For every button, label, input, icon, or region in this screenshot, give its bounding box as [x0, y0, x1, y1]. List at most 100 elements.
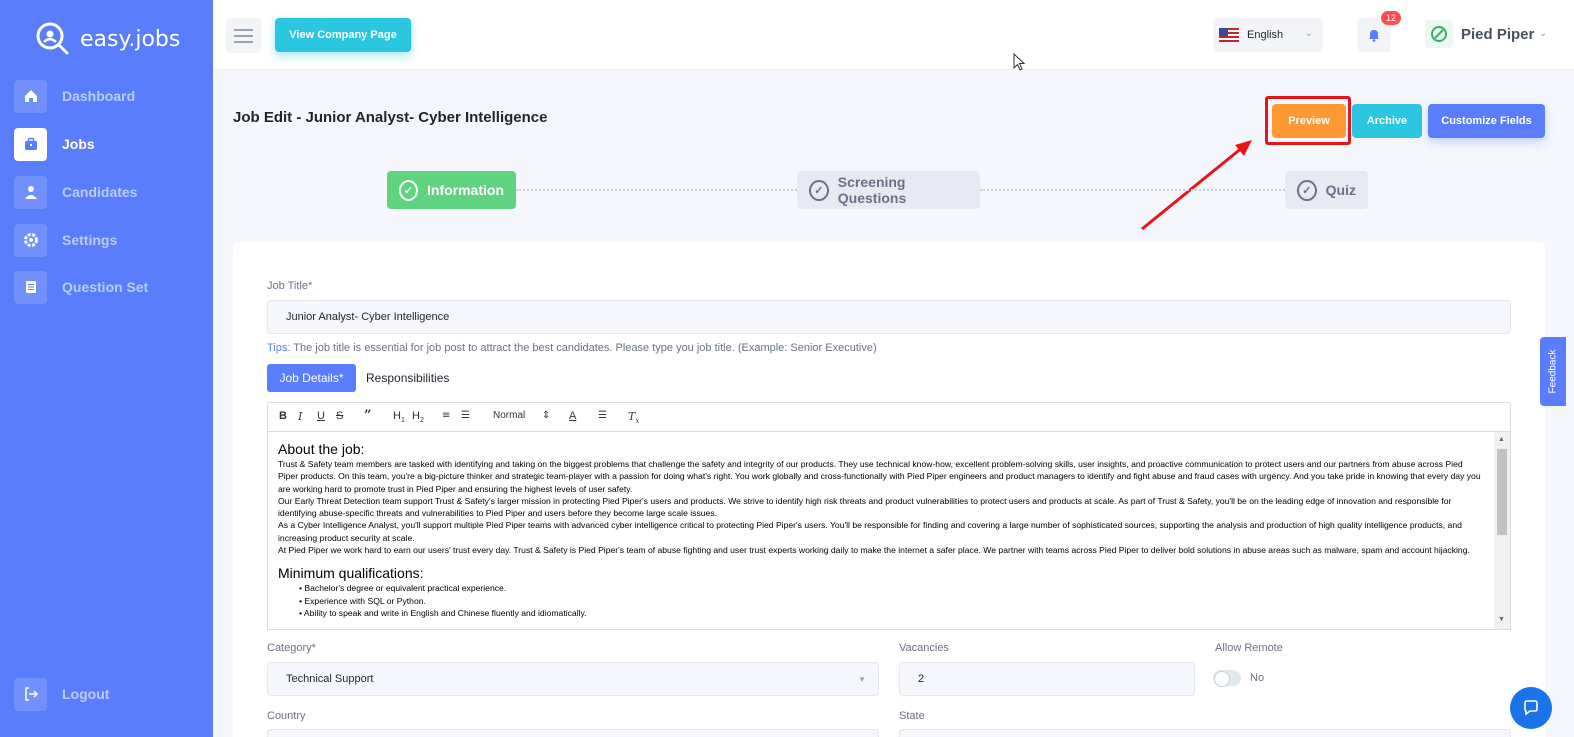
menu-toggle-button[interactable] — [226, 18, 261, 53]
scrollbar-thumb[interactable] — [1497, 449, 1507, 535]
heading1-button[interactable]: H1 — [393, 410, 405, 424]
chevron-down-icon: ▼ — [858, 675, 866, 684]
language-value: English — [1247, 29, 1284, 41]
view-company-page-button[interactable]: View Company Page — [275, 18, 411, 52]
step-connector — [516, 189, 797, 191]
annotation-arrow-icon — [1141, 140, 1252, 231]
editor-paragraph: At Pied Piper we work hard to earn our u… — [278, 545, 1470, 556]
sidebar-item-label: Dashboard — [62, 88, 136, 104]
briefcase-icon — [14, 127, 47, 161]
list-item: Experience with SQL or Python. — [299, 595, 1484, 607]
feedback-tab[interactable]: Feedback — [1540, 337, 1566, 406]
page-title: Job Edit - Junior Analyst- Cyber Intelli… — [233, 109, 548, 126]
company-name: Pied Piper — [1461, 25, 1535, 43]
chat-widget-button[interactable] — [1510, 687, 1552, 729]
logout-icon — [14, 677, 47, 711]
step-quiz[interactable]: ✓ Quiz — [1285, 171, 1368, 209]
bell-icon — [1369, 30, 1379, 42]
editor-paragraph: As a Cyber Intelligence Analyst, you'll … — [278, 520, 1462, 543]
tab-responsibilities[interactable]: Responsibilities — [366, 371, 449, 385]
mouse-cursor-icon — [1013, 53, 1025, 71]
bold-button[interactable]: B — [279, 410, 287, 422]
job-details-editor[interactable]: About the job: Trust & Safety team membe… — [267, 431, 1511, 630]
check-circle-icon: ✓ — [809, 179, 829, 201]
chat-icon — [1524, 700, 1538, 716]
qualifications-list: Bachelor's degree or equivalent practica… — [278, 582, 1484, 619]
gear-icon — [14, 223, 47, 257]
editor-paragraph: Our Early Threat Detection team support … — [278, 495, 1452, 519]
feedback-label: Feedback — [1547, 349, 1559, 394]
document-icon — [14, 270, 47, 304]
state-label: State — [899, 710, 925, 722]
annotation-highlight-box — [1265, 96, 1351, 145]
archive-button[interactable]: Archive — [1352, 104, 1422, 138]
check-circle-icon: ✓ — [399, 179, 418, 201]
user-icon — [14, 175, 47, 209]
list-item: Bachelor's degree or equivalent practica… — [299, 582, 1484, 594]
editor-paragraph: Trust & Safety team members are tasked w… — [278, 459, 1481, 494]
sidebar-item-jobs[interactable]: Jobs — [14, 127, 204, 161]
clear-format-icon[interactable]: Tx — [628, 410, 639, 425]
logo-text: easy.jobs — [80, 26, 181, 52]
step-label: Information — [427, 182, 504, 198]
strike-button[interactable]: S — [336, 410, 343, 422]
allow-remote-toggle[interactable] — [1213, 670, 1241, 687]
heading2-button[interactable]: H2 — [412, 410, 424, 424]
step-connector — [980, 189, 1285, 191]
chevron-down-icon: ⌄ — [1304, 28, 1313, 39]
step-information[interactable]: ✓ Information — [387, 171, 516, 209]
vacancies-label: Vacancies — [899, 642, 949, 654]
country-select[interactable] — [267, 729, 879, 737]
logout-button[interactable]: Logout — [14, 677, 204, 711]
sidebar-item-label: Settings — [62, 232, 118, 248]
category-label: Category* — [267, 642, 316, 654]
editor-heading: Minimum qualifications: — [278, 565, 424, 582]
check-circle-icon: ✓ — [1297, 179, 1317, 201]
category-select[interactable]: Technical Support ▼ — [267, 662, 879, 696]
italic-button[interactable]: I — [298, 410, 302, 423]
bullet-list-icon[interactable]: ☰ — [461, 410, 470, 421]
customize-fields-button[interactable]: Customize Fields — [1428, 104, 1545, 138]
heading-select[interactable]: Normal ⇕ — [493, 410, 550, 421]
editor-scrollbar[interactable]: ▲ ▼ — [1494, 432, 1510, 629]
step-label: Quiz — [1325, 182, 1356, 198]
company-switcher[interactable]: Pied Piper — [1425, 20, 1534, 48]
job-title-input[interactable]: Junior Analyst- Cyber Intelligence — [267, 300, 1511, 334]
step-label: Screening Questions — [837, 174, 907, 206]
tips-prefix: Tips: — [267, 342, 291, 354]
language-select[interactable]: English ⌄ — [1213, 18, 1323, 52]
step-screening-questions[interactable]: ✓ Screening Questions — [797, 171, 980, 209]
home-icon — [14, 79, 47, 113]
underline-button[interactable]: U — [317, 410, 325, 422]
chevron-down-icon: ⌄ — [1539, 28, 1548, 39]
logout-label: Logout — [62, 686, 110, 702]
job-title-label: Job Title* — [267, 280, 313, 292]
editor-toolbar: B I U S ” H1 H2 ≡ ☰ Normal ⇕ A ☰ Tx — [267, 402, 1511, 432]
us-flag-icon — [1219, 28, 1239, 42]
blockquote-icon[interactable]: ” — [364, 408, 371, 423]
allow-remote-label: Allow Remote — [1215, 642, 1283, 654]
scroll-down-icon[interactable]: ▼ — [1498, 616, 1505, 623]
sidebar: easy.jobs Dashboard Jobs Candidates Sett… — [0, 0, 213, 737]
sidebar-item-candidates[interactable]: Candidates — [14, 175, 204, 209]
company-logo-icon — [1425, 20, 1453, 48]
align-icon[interactable]: ☰ — [598, 410, 607, 421]
app-logo[interactable]: easy.jobs — [34, 20, 180, 58]
tips-text: The job title is essential for job post … — [290, 342, 877, 354]
sidebar-item-label: Question Set — [62, 279, 149, 295]
heading-select-value: Normal — [493, 410, 526, 421]
sidebar-item-question-set[interactable]: Question Set — [14, 270, 204, 304]
tab-job-details[interactable]: Job Details* — [267, 364, 356, 392]
sidebar-item-label: Candidates — [62, 184, 138, 200]
vacancies-input[interactable]: 2 — [899, 662, 1195, 696]
logo-icon — [34, 20, 72, 58]
text-color-icon[interactable]: A — [569, 410, 576, 422]
editor-heading: About the job: — [278, 441, 365, 457]
list-item: Ability to speak and write in English an… — [299, 607, 1484, 619]
sidebar-item-dashboard[interactable]: Dashboard — [14, 79, 204, 113]
sidebar-item-settings[interactable]: Settings — [14, 223, 204, 257]
ordered-list-icon[interactable]: ≡ — [442, 410, 450, 421]
scroll-up-icon[interactable]: ▲ — [1498, 436, 1505, 443]
state-select[interactable] — [899, 729, 1511, 737]
sidebar-item-label: Jobs — [62, 136, 95, 152]
